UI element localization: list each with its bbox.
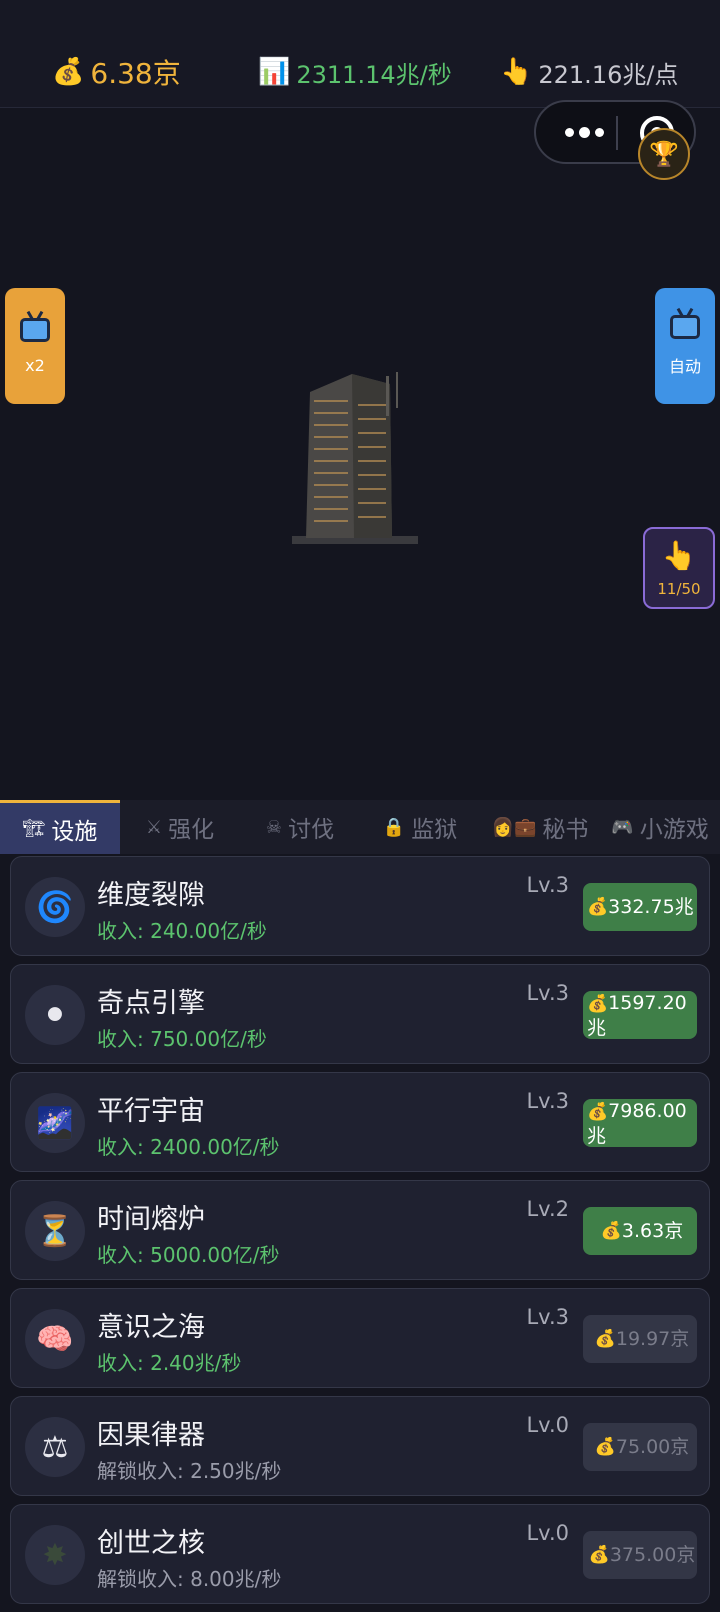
facility-icon: 🏗 xyxy=(22,818,46,839)
auto-label: 自动 xyxy=(668,357,701,376)
lock-icon: 🔒 xyxy=(382,816,406,838)
money-bag-icon: 💰 xyxy=(594,1329,616,1349)
buy-button[interactable]: 💰 75.00京 xyxy=(583,1423,697,1471)
tab-minigame[interactable]: 🎮 小游戏 xyxy=(600,800,720,854)
gamepad-icon: 🎮 xyxy=(611,816,634,838)
monster-icon: ☠ xyxy=(265,816,283,838)
facility-card: ⚖ 因果律器 解锁收入: 2.50兆/秒 Lv.0 💰 75.00京 xyxy=(10,1396,710,1496)
main-tab-bar: 🏗 设施 ⚔ 强化 ☠ 讨伐 🔒 监狱 👩💼 秘书 🎮 小游戏 xyxy=(0,800,720,854)
pointing-hand-icon: 👆 xyxy=(500,57,533,87)
tab-prison[interactable]: 🔒 监狱 xyxy=(360,800,480,854)
buy-button[interactable]: 💰 19.97京 xyxy=(583,1315,697,1363)
facility-name: 平行宇宙 xyxy=(97,1096,205,1127)
money-bag-icon: 💰 xyxy=(588,1545,610,1565)
tab-upgrade[interactable]: ⚔ 强化 xyxy=(120,800,240,854)
buy-button[interactable]: 💰 375.00京 xyxy=(583,1531,697,1579)
facility-income: 收入: 750.00亿/秒 xyxy=(97,1027,267,1051)
milky-way-icon: 🌌 xyxy=(25,1093,85,1153)
buy-button[interactable]: 💰 332.75兆 xyxy=(583,883,697,931)
swords-icon: ⚔ xyxy=(145,816,163,838)
facility-name: 维度裂隙 xyxy=(97,880,205,911)
tap-counter-value: 11/50 xyxy=(657,579,701,598)
money-bag-icon: 💰 xyxy=(600,1221,622,1241)
resource-bar: 💰 6.38京 📊 2311.14兆/秒 👆 221.16兆/点 xyxy=(0,0,720,108)
double-income-button[interactable]: x2 xyxy=(5,288,65,404)
tv-icon xyxy=(670,315,700,339)
facility-card: 🌀 维度裂隙 收入: 240.00亿/秒 Lv.3 💰 332.75兆 xyxy=(10,856,710,956)
dot-icon xyxy=(594,127,604,137)
facility-income: 收入: 2400.00亿/秒 xyxy=(97,1135,280,1159)
pointing-hand-icon: 👆 xyxy=(661,538,697,572)
auto-button[interactable]: 自动 xyxy=(655,288,715,404)
money-value: 6.38京 xyxy=(90,57,181,90)
buy-button[interactable]: 💰 3.63京 xyxy=(583,1207,697,1255)
facility-level: Lv.3 xyxy=(526,1089,569,1113)
facility-level: Lv.3 xyxy=(526,873,569,897)
facility-card: ✸ 创世之核 解锁收入: 8.00兆/秒 Lv.0 💰 375.00京 xyxy=(10,1504,710,1604)
skyscraper-image[interactable] xyxy=(292,370,426,550)
vortex-icon: 🌀 xyxy=(25,877,85,937)
facility-card: ⚫ 奇点引擎 收入: 750.00亿/秒 Lv.3 💰1597.20兆 xyxy=(10,964,710,1064)
facility-income: 解锁收入: 2.50兆/秒 xyxy=(97,1459,282,1483)
facility-level: Lv.2 xyxy=(526,1197,569,1221)
dot-icon xyxy=(578,126,590,138)
facility-name: 奇点引擎 xyxy=(97,988,205,1019)
trophy-icon[interactable]: 🏆 xyxy=(638,128,690,180)
facility-level: Lv.3 xyxy=(526,981,569,1005)
buy-button[interactable]: 💰1597.20兆 xyxy=(583,991,697,1039)
facility-name: 意识之海 xyxy=(97,1312,205,1343)
facility-card: 🧠 意识之海 收入: 2.40兆/秒 Lv.3 💰 19.97京 xyxy=(10,1288,710,1388)
facility-level: Lv.0 xyxy=(526,1521,569,1545)
facility-income: 收入: 5000.00亿/秒 xyxy=(97,1243,280,1267)
tab-secretary[interactable]: 👩💼 秘书 xyxy=(480,800,600,854)
black-hole-icon: ⚫ xyxy=(25,985,85,1045)
income-rate-stat: 📊 2311.14兆/秒 xyxy=(258,52,452,92)
money-bag-icon: 💰 xyxy=(52,57,85,87)
tap-counter-button[interactable]: 👆 11/50 xyxy=(643,527,715,609)
facility-list: 🌀 维度裂隙 收入: 240.00亿/秒 Lv.3 💰 332.75兆 ⚫ 奇点引… xyxy=(10,856,710,1612)
money-bag-icon: 💰 xyxy=(587,994,609,1014)
facility-name: 时间熔炉 xyxy=(97,1204,205,1235)
facility-level: Lv.3 xyxy=(526,1305,569,1329)
buy-button[interactable]: 💰7986.00兆 xyxy=(583,1099,697,1147)
facility-card: 🌌 平行宇宙 收入: 2400.00亿/秒 Lv.3 💰7986.00兆 xyxy=(10,1072,710,1172)
click-power-value: 221.16兆/点 xyxy=(538,60,679,89)
more-button[interactable] xyxy=(556,118,612,146)
tv-icon xyxy=(20,317,50,342)
facility-income: 收入: 2.40兆/秒 xyxy=(97,1351,242,1375)
tab-facilities[interactable]: 🏗 设施 xyxy=(0,800,120,854)
scales-icon: ⚖ xyxy=(25,1417,85,1477)
money-bag-icon: 💰 xyxy=(594,1437,616,1457)
facility-income: 解锁收入: 8.00兆/秒 xyxy=(97,1567,282,1591)
brain-icon: 🧠 xyxy=(25,1309,85,1369)
capsule-divider xyxy=(616,116,618,150)
hourglass-icon: ⏳ xyxy=(25,1201,85,1261)
income-rate-value: 2311.14兆/秒 xyxy=(296,60,452,89)
facility-card: ⏳ 时间熔炉 收入: 5000.00亿/秒 Lv.2 💰 3.63京 xyxy=(10,1180,710,1280)
bar-chart-icon: 📊 xyxy=(258,57,291,87)
double-income-label: x2 xyxy=(25,355,45,375)
facility-name: 创世之核 xyxy=(97,1528,205,1559)
money-stat: 💰 6.38京 xyxy=(52,52,181,92)
facility-name: 因果律器 xyxy=(97,1420,205,1451)
secretary-icon: 👩💼 xyxy=(491,816,537,838)
money-bag-icon: 💰 xyxy=(587,1102,609,1122)
facility-income: 收入: 240.00亿/秒 xyxy=(97,919,267,943)
money-bag-icon: 💰 xyxy=(587,897,609,917)
facility-level: Lv.0 xyxy=(526,1413,569,1437)
dot-icon xyxy=(564,127,574,137)
click-power-stat: 👆 221.16兆/点 xyxy=(500,52,678,92)
tab-battle[interactable]: ☠ 讨伐 xyxy=(240,800,360,854)
core-icon: ✸ xyxy=(25,1525,85,1585)
